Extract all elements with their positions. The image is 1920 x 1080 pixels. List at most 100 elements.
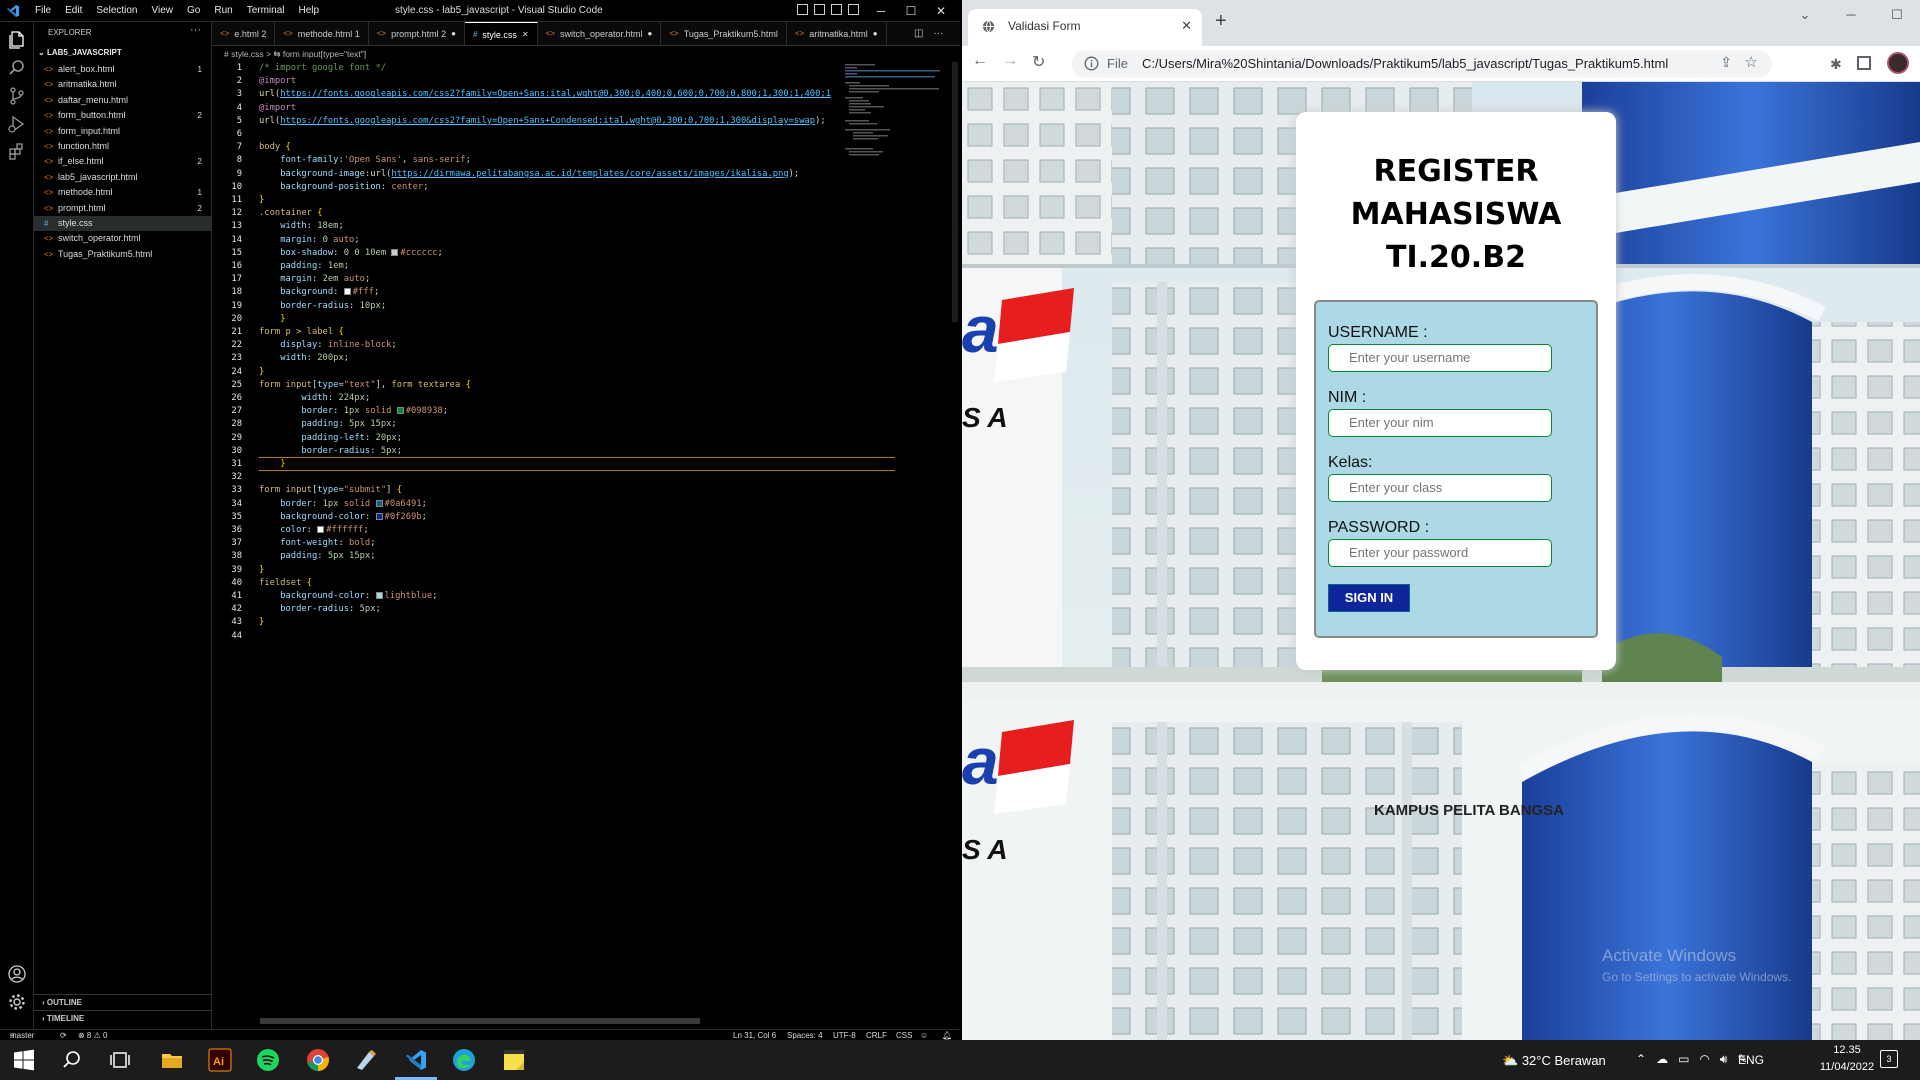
paint-app-icon[interactable] [354,1048,378,1072]
info-icon[interactable] [1084,56,1099,71]
file-item[interactable]: <> function.html [34,139,212,154]
vscode-taskbar-icon[interactable] [404,1048,428,1072]
explorer-icon[interactable] [7,30,27,50]
more-actions-icon[interactable]: ··· [190,24,201,36]
file-item[interactable]: <> methode.html 1 [34,185,212,200]
file-item[interactable]: <> alert_box.html 1 [34,62,212,77]
file-item[interactable]: <> form_input.html [34,124,212,139]
unsaved-dot-icon[interactable]: ● [648,22,653,45]
address-bar[interactable]: File C:/Users/Mira%20Shintania/Downloads… [1072,50,1772,78]
menu-item-run[interactable]: Run [207,0,239,22]
close-tab-icon[interactable]: ✕ [1181,9,1192,43]
editor-tab[interactable]: <> Tugas_Praktikum5.html [661,22,787,45]
split-editor-icon[interactable]: ◫ [914,22,923,46]
outline-section[interactable]: › OUTLINE [34,994,212,1009]
minimize-button[interactable]: ─ [866,0,896,22]
menu-item-go[interactable]: Go [180,0,207,22]
file-item[interactable]: # style.css [34,215,212,232]
windows-start-icon[interactable] [12,1048,36,1072]
unsaved-dot-icon[interactable]: ● [451,22,456,45]
sticky-notes-icon[interactable] [502,1048,526,1072]
clock-date[interactable]: 11/04/2022 [1812,1061,1882,1073]
illustrator-icon[interactable]: Ai [208,1048,232,1072]
editor-tab[interactable]: <> aritmatika.html ● [787,22,887,45]
profile-avatar[interactable] [1887,52,1909,74]
onedrive-cloud-icon[interactable]: ☁ [1656,1052,1668,1067]
toggle-sidebar-icon[interactable] [797,4,808,15]
editor-scrollbar[interactable] [952,62,958,322]
menu-item-terminal[interactable]: Terminal [240,0,292,22]
nim-input[interactable]: Enter your nim [1328,409,1552,437]
code-editor[interactable]: 1 /* import google font */ 2 @import 3 url(ht… [212,62,952,1022]
clock-time[interactable]: 12.35 [1812,1044,1882,1056]
file-item[interactable]: <> prompt.html 2 [34,201,212,216]
menu-item-help[interactable]: Help [292,0,327,22]
menu-item-file[interactable]: File [28,0,58,22]
menu-item-selection[interactable]: Selection [89,0,144,22]
edge-icon[interactable] [452,1048,476,1072]
bookmark-star-icon[interactable]: ☆ [1745,53,1758,71]
extensions-icon[interactable] [7,142,27,162]
editor-tab[interactable]: <> methode.html 1 [275,22,369,45]
editor-tab[interactable]: <> switch_operator.html ● [538,22,662,45]
password-input[interactable]: Enter your password [1328,539,1552,567]
chevron-up-icon[interactable]: ⌃ [1636,1052,1646,1067]
maximize-button[interactable]: ☐ [1874,0,1920,30]
side-panel-icon[interactable] [1857,56,1871,70]
username-input[interactable]: Enter your username [1328,344,1552,372]
weather-widget[interactable]: ⛅ 32°C Berawan [1502,1053,1606,1069]
source-control-icon[interactable] [7,86,27,106]
file-item[interactable]: <> switch_operator.html [34,231,212,246]
kelas-input[interactable]: Enter your class [1328,474,1552,502]
volume-icon[interactable]: 🔊︎ [1720,1052,1728,1067]
browser-tab[interactable]: Validasi Form ✕ [968,9,1202,46]
file-explorer-icon[interactable] [160,1048,184,1072]
close-button[interactable]: ✕ [926,0,956,22]
wifi-icon[interactable]: ◠ [1699,1052,1709,1067]
maximize-button[interactable]: ☐ [896,0,926,22]
menu-item-view[interactable]: View [145,0,181,22]
settings-gear-icon[interactable] [7,992,27,1012]
tab-search-icon[interactable]: ⌄ [1782,0,1828,30]
spotify-icon[interactable] [256,1048,280,1072]
close-tab-icon[interactable]: ✕ [522,23,529,45]
sign-in-button[interactable]: SIGN IN [1328,584,1410,612]
run-debug-icon[interactable] [7,114,27,134]
file-item[interactable]: <> if_else.html 2 [34,154,212,169]
share-icon[interactable]: ⇪ [1720,54,1732,71]
file-item[interactable]: <> lab5_javascript.html [34,170,212,185]
editor-tab[interactable]: <> e.html 2 [212,22,276,45]
root-folder[interactable]: ⌄ LAB5_JAVASCRIPT [38,48,122,57]
search-icon[interactable] [7,58,27,78]
battery-icon[interactable]: ▭ [1678,1052,1689,1067]
editor-tab[interactable]: # style.css ✕ [464,22,538,45]
toggle-secondary-sidebar-icon[interactable] [831,4,842,15]
timeline-section[interactable]: › TIMELINE [34,1010,212,1025]
extensions-puzzle-icon[interactable]: ✱ [1830,56,1842,73]
new-tab-icon[interactable]: + [1215,10,1227,33]
forward-arrow-icon[interactable]: → [1002,52,1018,70]
notification-center-icon[interactable]: 3 [1880,1050,1898,1068]
back-arrow-icon[interactable]: ← [972,52,988,70]
input-language[interactable]: ENG [1738,1053,1764,1067]
unsaved-dot-icon[interactable]: ● [873,22,878,45]
url-text[interactable]: C:/Users/Mira%20Shintania/Downloads/Prak… [1142,50,1668,78]
editor-tab[interactable]: <> prompt.html 2 ● [369,22,465,45]
horizontal-scrollbar[interactable] [260,1018,700,1024]
file-item[interactable]: <> daftar_menu.html [34,93,212,108]
file-item[interactable]: <> Tugas_Praktikum5.html [34,247,212,262]
customize-layout-icon[interactable] [848,4,859,15]
minimap[interactable] [843,62,953,162]
file-item[interactable]: <> aritmatika.html [34,77,212,92]
chrome-icon[interactable] [306,1048,330,1072]
accounts-icon[interactable] [7,964,27,984]
file-item[interactable]: <> form_button.html 2 [34,108,212,123]
search-icon[interactable] [60,1048,84,1072]
minimize-button[interactable]: ─ [1828,0,1874,30]
more-actions-icon[interactable]: ··· [933,22,943,46]
menu-item-edit[interactable]: Edit [58,0,89,22]
toggle-panel-icon[interactable] [814,4,825,15]
breadcrumb[interactable]: # style.css > ⇆ form input[type="text"] [224,47,366,61]
task-view-icon[interactable] [108,1048,132,1072]
reload-icon[interactable]: ↻ [1032,52,1045,72]
